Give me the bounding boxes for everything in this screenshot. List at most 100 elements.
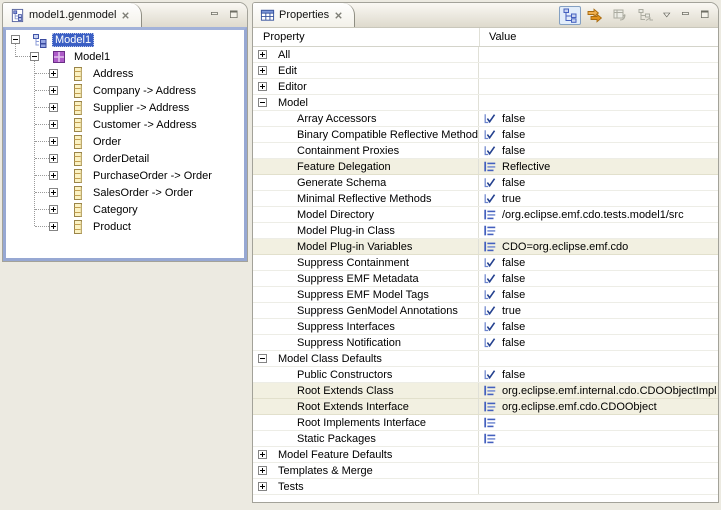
- collapse-expander[interactable]: [30, 52, 39, 61]
- property-value-cell[interactable]: /org.eclipse.emf.cdo.tests.model1/src: [479, 207, 718, 222]
- close-icon[interactable]: [333, 10, 344, 21]
- expand-expander[interactable]: [49, 222, 58, 231]
- property-value-cell[interactable]: true: [479, 303, 718, 318]
- expand-expander[interactable]: [258, 450, 267, 459]
- property-row[interactable]: Suppress EMF Model Tagsfalse: [253, 287, 718, 303]
- expand-expander[interactable]: [258, 66, 267, 75]
- collapse-expander[interactable]: [11, 35, 20, 44]
- category-row[interactable]: Edit: [253, 63, 718, 79]
- property-row[interactable]: Static Packages: [253, 431, 718, 447]
- expand-expander[interactable]: [258, 482, 267, 491]
- property-value-cell[interactable]: false: [479, 175, 718, 190]
- property-value-cell[interactable]: [479, 47, 718, 62]
- tree-item-salesorder-order[interactable]: SalesOrder -> Order: [6, 184, 244, 201]
- show-advanced-properties-button[interactable]: [584, 6, 606, 25]
- tree-item-address[interactable]: Address: [6, 65, 244, 82]
- expand-expander[interactable]: [49, 188, 58, 197]
- category-row[interactable]: All: [253, 47, 718, 63]
- tree-item-purchaseorder-order[interactable]: PurchaseOrder -> Order: [6, 167, 244, 184]
- property-value-cell[interactable]: false: [479, 319, 718, 334]
- tree-item-order[interactable]: Order: [6, 133, 244, 150]
- tree-item-supplier-address[interactable]: Supplier -> Address: [6, 99, 244, 116]
- property-value-cell[interactable]: [479, 351, 718, 366]
- property-value-cell[interactable]: [479, 79, 718, 94]
- maximize-button[interactable]: [697, 6, 713, 25]
- property-value-cell[interactable]: [479, 95, 718, 110]
- expand-expander[interactable]: [49, 137, 58, 146]
- property-row[interactable]: Suppress EMF Metadatafalse: [253, 271, 718, 287]
- category-row[interactable]: Templates & Merge: [253, 463, 718, 479]
- property-row[interactable]: Containment Proxiesfalse: [253, 143, 718, 159]
- property-row[interactable]: Model Directory/org.eclipse.emf.cdo.test…: [253, 207, 718, 223]
- tree-item-orderdetail[interactable]: OrderDetail: [6, 150, 244, 167]
- expand-expander[interactable]: [49, 103, 58, 112]
- property-value-cell[interactable]: CDO=org.eclipse.emf.cdo: [479, 239, 718, 254]
- minimize-button[interactable]: [678, 6, 694, 25]
- minimize-button[interactable]: [207, 6, 223, 25]
- property-value-cell[interactable]: [479, 431, 718, 446]
- expand-expander[interactable]: [258, 82, 267, 91]
- expand-expander[interactable]: [49, 154, 58, 163]
- property-value-cell[interactable]: true: [479, 191, 718, 206]
- view-menu-button[interactable]: [659, 6, 675, 25]
- property-row[interactable]: Root Extends Classorg.eclipse.emf.intern…: [253, 383, 718, 399]
- property-row[interactable]: Root Extends Interfaceorg.eclipse.emf.cd…: [253, 399, 718, 415]
- property-row[interactable]: Model Plug-in Class: [253, 223, 718, 239]
- maximize-button[interactable]: [226, 6, 242, 25]
- property-value-cell[interactable]: org.eclipse.emf.cdo.CDOObject: [479, 399, 718, 414]
- expand-expander[interactable]: [258, 466, 267, 475]
- property-row[interactable]: Model Plug-in VariablesCDO=org.eclipse.e…: [253, 239, 718, 255]
- property-value-cell[interactable]: false: [479, 255, 718, 270]
- property-value-cell[interactable]: [479, 447, 718, 462]
- tab-model1-genmodel[interactable]: model1.genmodel: [3, 3, 142, 27]
- property-value-cell[interactable]: false: [479, 271, 718, 286]
- property-row[interactable]: Feature DelegationReflective: [253, 159, 718, 175]
- property-row[interactable]: Minimal Reflective Methodstrue: [253, 191, 718, 207]
- category-row[interactable]: Editor: [253, 79, 718, 95]
- property-value-cell[interactable]: false: [479, 287, 718, 302]
- tree-item-product[interactable]: Product: [6, 218, 244, 235]
- category-row[interactable]: Model Class Defaults: [253, 351, 718, 367]
- show-categories-button[interactable]: [559, 6, 581, 25]
- expand-expander[interactable]: [49, 86, 58, 95]
- property-value-cell[interactable]: [479, 223, 718, 238]
- tree-item-category[interactable]: Category: [6, 201, 244, 218]
- expand-expander[interactable]: [49, 171, 58, 180]
- collapse-expander[interactable]: [258, 98, 267, 107]
- tree-item-customer-address[interactable]: Customer -> Address: [6, 116, 244, 133]
- property-value-cell[interactable]: false: [479, 367, 718, 382]
- expand-expander[interactable]: [49, 69, 58, 78]
- column-divider[interactable]: [479, 28, 480, 46]
- tree-item-company-address[interactable]: Company -> Address: [6, 82, 244, 99]
- expand-expander[interactable]: [49, 120, 58, 129]
- collapse-expander[interactable]: [258, 354, 267, 363]
- property-value-cell[interactable]: [479, 63, 718, 78]
- category-row[interactable]: Model: [253, 95, 718, 111]
- property-row[interactable]: Generate Schemafalse: [253, 175, 718, 191]
- tree-item-model1-root[interactable]: Model1: [6, 31, 244, 48]
- property-row[interactable]: Root Implements Interface: [253, 415, 718, 431]
- property-value-cell[interactable]: false: [479, 127, 718, 142]
- property-value-cell[interactable]: [479, 463, 718, 478]
- property-value-cell[interactable]: false: [479, 111, 718, 126]
- property-value-cell[interactable]: false: [479, 143, 718, 158]
- tab-properties[interactable]: Properties: [253, 3, 355, 27]
- property-row[interactable]: Suppress Containmentfalse: [253, 255, 718, 271]
- property-row[interactable]: Suppress GenModel Annotationstrue: [253, 303, 718, 319]
- close-icon[interactable]: [120, 10, 131, 21]
- expand-expander[interactable]: [49, 205, 58, 214]
- property-row[interactable]: Array Accessorsfalse: [253, 111, 718, 127]
- tree-item-model1-package[interactable]: Model1: [6, 48, 244, 65]
- property-value-cell[interactable]: org.eclipse.emf.internal.cdo.CDOObjectIm…: [479, 383, 718, 398]
- property-value-cell[interactable]: [479, 479, 718, 494]
- property-row[interactable]: Binary Compatible Reflective Methodsfals…: [253, 127, 718, 143]
- property-row[interactable]: Suppress Interfacesfalse: [253, 319, 718, 335]
- property-value-cell[interactable]: false: [479, 335, 718, 350]
- category-row[interactable]: Tests: [253, 479, 718, 495]
- property-value-cell[interactable]: Reflective: [479, 159, 718, 174]
- property-row[interactable]: Suppress Notificationfalse: [253, 335, 718, 351]
- property-value-cell[interactable]: [479, 415, 718, 430]
- category-row[interactable]: Model Feature Defaults: [253, 447, 718, 463]
- expand-expander[interactable]: [258, 50, 267, 59]
- property-row[interactable]: Public Constructorsfalse: [253, 367, 718, 383]
